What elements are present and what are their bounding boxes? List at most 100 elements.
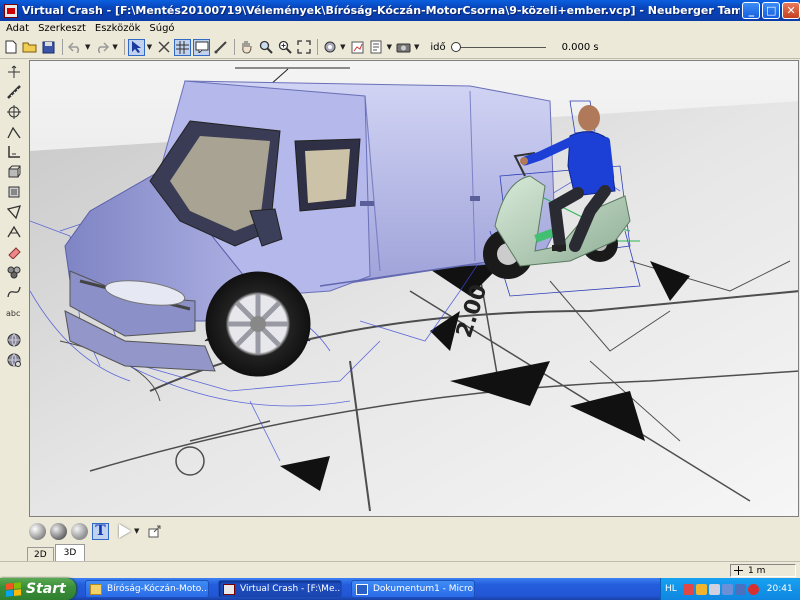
3d-viewport[interactable]: 2.00 bbox=[29, 60, 799, 517]
shaded-sphere-icon[interactable] bbox=[29, 522, 46, 540]
crosshair-icon bbox=[734, 566, 743, 575]
path-tool-icon[interactable] bbox=[5, 223, 23, 240]
time-label: idő bbox=[430, 41, 446, 53]
sheet-object-icon[interactable] bbox=[5, 183, 23, 200]
report-icon[interactable] bbox=[368, 39, 385, 56]
render-dropdown-icon[interactable]: ▼ bbox=[340, 43, 345, 51]
cut-tool-icon[interactable] bbox=[155, 39, 172, 56]
start-button[interactable]: Start bbox=[0, 578, 76, 600]
time-value: 0.000 s bbox=[561, 41, 599, 53]
virtual-crash-app-icon[interactable] bbox=[4, 3, 18, 18]
tab-3d[interactable]: 3D bbox=[54, 544, 86, 561]
select-arrow-icon[interactable] bbox=[127, 38, 145, 56]
globe-settings-icon[interactable] bbox=[5, 351, 23, 368]
folder-icon bbox=[90, 583, 102, 595]
system-tray: HL 20:41 bbox=[660, 578, 800, 600]
pan-hand-icon[interactable] bbox=[238, 39, 255, 56]
window-title: Virtual Crash - [F:\Mentés20100719\Vélem… bbox=[21, 4, 741, 17]
undo-icon[interactable] bbox=[66, 39, 83, 56]
select-dropdown-icon[interactable]: ▼ bbox=[147, 43, 152, 51]
main-toolbar: ▼ ▼ ▼ ▼ ▼ ▼ idő 0.000 s bbox=[0, 36, 800, 59]
open-folder-icon[interactable] bbox=[21, 39, 38, 56]
antivirus-tray-icon[interactable] bbox=[695, 583, 707, 595]
scale-value: 1 m bbox=[748, 565, 766, 576]
menu-szerkeszt[interactable]: Szerkeszt bbox=[35, 23, 92, 34]
view-tabs: 2D 3D bbox=[27, 543, 86, 561]
security-alert-tray-icon[interactable] bbox=[747, 583, 759, 595]
corner-measure-icon[interactable] bbox=[5, 143, 23, 160]
taskbar-button-explorer[interactable]: Bíróság-Kóczán-Moto... bbox=[85, 580, 209, 598]
camera-icon[interactable] bbox=[395, 39, 412, 56]
text-tool-icon[interactable]: T bbox=[92, 522, 109, 540]
report-dropdown-icon[interactable]: ▼ bbox=[387, 43, 392, 51]
measure-icon[interactable] bbox=[212, 39, 229, 56]
camera-dropdown-icon[interactable]: ▼ bbox=[414, 43, 419, 51]
start-label: Start bbox=[26, 581, 66, 597]
spline-tool-icon[interactable] bbox=[5, 283, 23, 300]
clock: 20:41 bbox=[766, 584, 793, 594]
left-toolbar: abc bbox=[0, 60, 28, 515]
update-tray-icon[interactable] bbox=[708, 583, 720, 595]
taskbar-button-virtual-crash[interactable]: Virtual Crash - [F:\Me... bbox=[218, 580, 342, 598]
redo-dropdown-icon[interactable]: ▼ bbox=[112, 43, 117, 51]
grid-icon[interactable] bbox=[174, 38, 192, 56]
taskbar-button-label: Bíróság-Kóczán-Moto... bbox=[107, 584, 209, 594]
close-button[interactable]: ✕ bbox=[782, 2, 800, 19]
tab-2d[interactable]: 2D bbox=[27, 547, 54, 561]
toolbar-separator bbox=[123, 39, 125, 55]
redo-icon[interactable] bbox=[93, 39, 110, 56]
taskbar-button-word[interactable]: Dokumentum1 - Micro... bbox=[351, 580, 475, 598]
chart-icon[interactable] bbox=[349, 39, 366, 56]
taskbar-button-label: Dokumentum1 - Micro... bbox=[373, 584, 475, 594]
ruler-diagonal-icon[interactable] bbox=[5, 83, 23, 100]
taskbar-button-label: Virtual Crash - [F:\Me... bbox=[240, 584, 342, 594]
comment-icon[interactable] bbox=[193, 38, 211, 56]
save-icon[interactable] bbox=[40, 39, 57, 56]
group-objects-icon[interactable] bbox=[5, 263, 23, 280]
volume-tray-icon[interactable] bbox=[721, 583, 733, 595]
undo-dropdown-icon[interactable]: ▼ bbox=[85, 43, 90, 51]
toolbar-separator bbox=[317, 39, 319, 55]
export-icon[interactable] bbox=[146, 523, 163, 540]
target-icon[interactable] bbox=[5, 103, 23, 120]
smooth-shaded-sphere-icon[interactable] bbox=[50, 522, 67, 540]
play-icon[interactable] bbox=[119, 524, 131, 538]
eraser-icon[interactable] bbox=[5, 243, 23, 260]
status-bar: 1 m bbox=[0, 561, 800, 578]
app-window: Virtual Crash - [F:\Mentés20100719\Vélem… bbox=[0, 0, 800, 578]
word-icon bbox=[356, 583, 368, 595]
network-tray-icon[interactable] bbox=[682, 583, 694, 595]
box-object-icon[interactable] bbox=[5, 163, 23, 180]
zoom-extents-icon[interactable] bbox=[295, 39, 312, 56]
globe-tool-icon[interactable] bbox=[5, 331, 23, 348]
time-slider-knob[interactable] bbox=[450, 41, 461, 52]
menu-bar: Adat Szerkeszt Eszközök Súgó bbox=[0, 21, 800, 36]
wheel-hub bbox=[250, 316, 266, 332]
textured-sphere-icon[interactable] bbox=[71, 522, 88, 540]
windows-logo-icon bbox=[6, 581, 21, 597]
toolbar-separator bbox=[62, 39, 63, 55]
language-indicator[interactable]: HL bbox=[665, 584, 677, 594]
zoom-icon[interactable] bbox=[257, 39, 274, 56]
move-axis-icon[interactable] bbox=[5, 63, 23, 80]
angle-tool-icon[interactable] bbox=[5, 123, 23, 140]
play-dropdown-icon[interactable]: ▼ bbox=[134, 527, 139, 535]
scene-render: 2.00 bbox=[30, 61, 798, 516]
scale-indicator: 1 m bbox=[730, 564, 796, 577]
shield-tray-icon[interactable] bbox=[734, 583, 746, 595]
render-settings-icon[interactable] bbox=[321, 39, 338, 56]
menu-adat[interactable]: Adat bbox=[3, 23, 35, 34]
zoom-window-icon[interactable] bbox=[276, 39, 293, 56]
toolbar-separator bbox=[234, 39, 236, 55]
menu-eszkozok[interactable]: Eszközök bbox=[92, 23, 147, 34]
new-document-icon[interactable] bbox=[2, 39, 19, 56]
maximize-button[interactable]: □ bbox=[762, 2, 781, 19]
polygon-tool-icon[interactable] bbox=[5, 203, 23, 220]
render-mode-toolbar: T ▼ bbox=[27, 520, 227, 542]
time-slider[interactable] bbox=[450, 41, 546, 52]
text-label-icon[interactable]: abc bbox=[5, 303, 23, 320]
minimize-button[interactable]: _ bbox=[742, 2, 761, 19]
menu-sugo[interactable]: Súgó bbox=[146, 23, 180, 34]
virtual-crash-icon bbox=[223, 583, 235, 595]
title-bar[interactable]: Virtual Crash - [F:\Mentés20100719\Vélem… bbox=[0, 0, 800, 21]
